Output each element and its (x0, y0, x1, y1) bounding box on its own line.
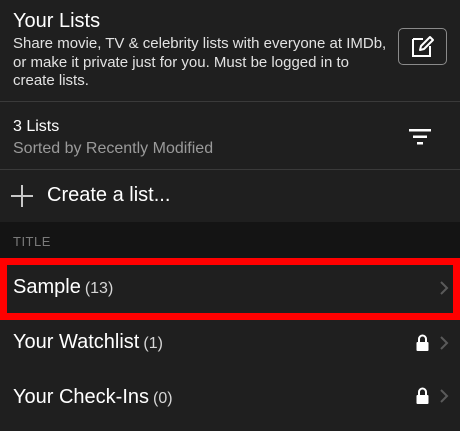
list-item-count: (1) (143, 335, 163, 352)
lists-summary: 3 Lists Sorted by Recently Modified (0, 102, 460, 170)
sort-button[interactable] (404, 124, 436, 150)
list-item-watchlist[interactable]: Your Watchlist (1) (0, 314, 460, 369)
list-item-count: (0) (153, 390, 173, 407)
page-title: Your Lists (13, 10, 101, 32)
sort-icon (409, 129, 431, 145)
plus-icon (11, 185, 33, 207)
header-description: Share movie, TV & celebrity lists with e… (13, 35, 387, 89)
chevron-right-icon (440, 336, 449, 350)
create-list-label: Create a list... (47, 184, 171, 206)
list-item-name: Your Check-Ins (0) (13, 386, 173, 408)
lock-icon (416, 387, 429, 404)
list-item-count: (13) (84, 280, 114, 297)
chevron-right-icon (440, 389, 449, 403)
list-item-check-ins[interactable]: Your Check-Ins (0) (0, 369, 460, 424)
section-title-label: TITLE (13, 234, 51, 249)
chevron-right-icon (440, 281, 449, 295)
create-list-button[interactable]: Create a list... (0, 170, 460, 222)
section-header: TITLE (0, 222, 460, 258)
lock-icon (416, 334, 429, 351)
edit-button[interactable] (398, 28, 447, 65)
list-item-name: Sample (13) (13, 276, 114, 298)
list-item-name: Your Watchlist (1) (13, 331, 163, 353)
sort-description: Sorted by Recently Modified (13, 140, 214, 157)
edit-icon (411, 35, 434, 57)
lists-header: Your Lists Share movie, TV & celebrity l… (0, 0, 460, 102)
list-item-sample[interactable]: Sample (13) (0, 260, 460, 315)
list-count: 3 Lists (13, 118, 60, 135)
